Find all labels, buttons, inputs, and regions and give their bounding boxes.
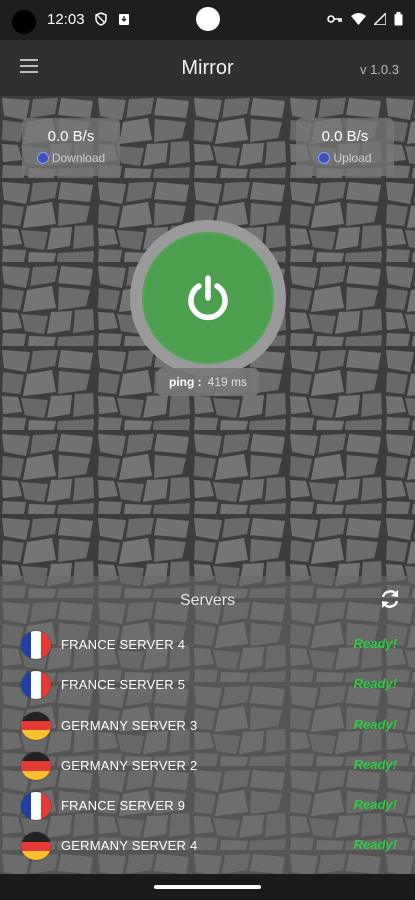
wifi-icon <box>351 13 366 25</box>
servers-panel: Servers FRANCE SERVER 4 Ready! FRANCE SE… <box>0 576 415 874</box>
power-icon <box>188 275 228 321</box>
system-icons <box>327 12 403 26</box>
signal-icon <box>374 13 386 25</box>
server-list: FRANCE SERVER 4 Ready! FRANCE SERVER 5 R… <box>0 624 415 866</box>
app-version: v 1.0.3 <box>359 62 399 77</box>
server-row[interactable]: GERMANY SERVER 3 Ready! <box>0 705 415 745</box>
ping-label: ping : <box>168 375 202 389</box>
vpn-key-icon <box>327 15 342 23</box>
servers-title: Servers <box>179 592 236 609</box>
refresh-icon[interactable] <box>379 588 401 610</box>
download-notification-icon <box>119 13 129 25</box>
server-name: FRANCE SERVER 4 <box>61 637 186 652</box>
server-status: Ready! <box>353 756 397 772</box>
front-camera <box>196 7 220 31</box>
server-name: GERMANY SERVER 3 <box>61 717 198 733</box>
upload-label: Upload <box>333 151 372 165</box>
server-name: GERMANY SERVER 4 <box>61 838 198 854</box>
download-speed-value: 0.0 B/s <box>47 128 95 145</box>
app-title: Mirror <box>181 57 234 79</box>
battery-icon <box>394 12 403 26</box>
status-time: 12:03 <box>47 11 85 28</box>
main-content: 0.0 B/s Download 0.0 B/s Upload ping : 4… <box>0 96 415 874</box>
server-status: Ready! <box>353 797 397 813</box>
camera-cutout <box>12 10 36 34</box>
notification-icons <box>94 12 130 26</box>
shield-icon <box>95 12 107 26</box>
download-speed-box: 0.0 B/s Download <box>22 118 120 176</box>
download-label-row: Download <box>22 151 120 165</box>
info-icon <box>318 152 331 164</box>
app-bar: Mirror v 1.0.3 <box>0 40 415 96</box>
france-flag-icon <box>20 630 52 660</box>
server-status: Ready! <box>353 636 397 651</box>
status-bar: 12:03 <box>0 0 415 40</box>
power-button[interactable] <box>142 232 274 364</box>
france-flag-icon <box>20 791 52 822</box>
system-nav-bar <box>0 874 415 900</box>
server-row[interactable]: FRANCE SERVER 5 Ready! <box>0 664 415 704</box>
download-label: Download <box>51 151 106 165</box>
ping-value: 419 ms <box>207 375 247 389</box>
server-status: Ready! <box>353 837 397 853</box>
server-status: Ready! <box>353 676 397 692</box>
server-row[interactable]: GERMANY SERVER 2 Ready! <box>0 745 415 785</box>
france-flag-icon <box>20 670 52 701</box>
upload-speed-value: 0.0 B/s <box>321 128 369 145</box>
germany-flag-icon <box>20 750 52 781</box>
home-indicator[interactable] <box>154 885 261 889</box>
server-row[interactable]: FRANCE SERVER 4 Ready! <box>0 624 415 664</box>
server-name: FRANCE SERVER 5 <box>61 677 186 693</box>
server-name: GERMANY SERVER 2 <box>61 757 198 773</box>
server-status: Ready! <box>353 716 397 732</box>
server-row[interactable]: GERMANY SERVER 4 Ready! <box>0 825 415 865</box>
info-icon <box>36 152 49 164</box>
ping-indicator: ping : 419 ms <box>157 368 259 396</box>
germany-flag-icon <box>20 831 52 862</box>
server-row[interactable]: FRANCE SERVER 9 Ready! <box>0 785 415 825</box>
upload-label-row: Upload <box>296 151 394 165</box>
power-ring <box>130 220 286 376</box>
upload-speed-box: 0.0 B/s Upload <box>296 118 394 176</box>
server-name: FRANCE SERVER 9 <box>61 798 186 814</box>
germany-flag-icon <box>20 710 52 741</box>
